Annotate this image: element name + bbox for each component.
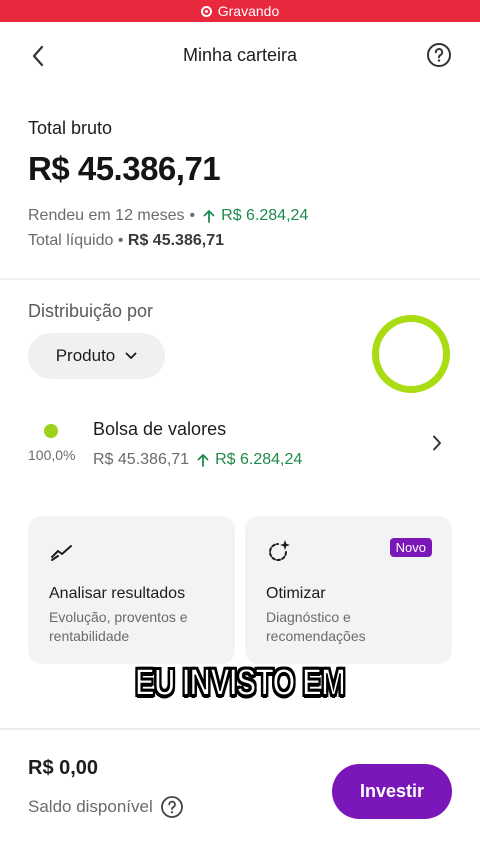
recording-bar: Gravando [0, 0, 480, 22]
otimizar-card[interactable]: Novo Otimizar Diagnóstico e recomendaçõe… [245, 516, 452, 664]
net-line: Total líquido • R$ 45.386,71 [28, 232, 224, 250]
new-badge: Novo [389, 538, 432, 557]
video-caption: EU INVISTO EM [134, 661, 346, 705]
yield-line: Rendeu em 12 meses • R$ 6.284,24 [28, 207, 308, 225]
asset-yield: R$ 6.284,24 [215, 451, 303, 468]
asset-values: R$ 45.386,71 R$ 6.284,24 [93, 451, 302, 469]
total-label: Total bruto [28, 118, 113, 138]
page-title: Minha carteira [182, 44, 298, 65]
net-label: Total líquido [28, 232, 114, 249]
card-title: Otimizar [266, 585, 326, 602]
back-button[interactable] [22, 40, 54, 72]
card-description: Evolução, proventos e rentabilidade [49, 609, 188, 644]
chevron-right-icon [433, 435, 441, 451]
help-button[interactable] [426, 42, 452, 68]
record-icon [200, 5, 212, 17]
asset-value: R$ 45.386,71 [93, 451, 190, 468]
card-title: Analisar resultados [49, 585, 186, 602]
analisar-resultados-card[interactable]: Analisar resultados Evolução, proventos … [28, 516, 235, 664]
balance-label: Saldo disponível [28, 797, 153, 816]
balance-value: R$ 0,00 [28, 757, 99, 779]
sparkle-circle-icon [269, 540, 290, 561]
footer-divider [0, 728, 480, 730]
card-description: Diagnóstico e recomendações [266, 609, 366, 644]
trend-chart-icon [51, 545, 72, 561]
chevron-down-icon [125, 352, 137, 359]
chevron-left-icon [32, 45, 44, 67]
yield-label: Rendeu em 12 meses [28, 207, 185, 224]
asset-color-dot [44, 424, 58, 438]
distribution-selector[interactable]: Produto [28, 333, 165, 379]
asset-row-bolsa[interactable]: 100,0% Bolsa de valores R$ 45.386,71 R$ … [0, 410, 480, 480]
distribution-selector-label: Produto [55, 346, 116, 365]
asset-name: Bolsa de valores [93, 419, 227, 439]
separator: • [189, 207, 196, 224]
recording-label: Gravando [217, 3, 280, 19]
balance-label-row: Saldo disponível [28, 795, 184, 819]
net-value: R$ 45.386,71 [127, 232, 224, 249]
arrow-up-icon [197, 454, 209, 467]
distribution-donut-chart [372, 315, 450, 393]
question-circle-icon[interactable] [160, 795, 184, 819]
question-circle-icon [427, 43, 451, 67]
invest-button[interactable]: Investir [332, 764, 452, 819]
separator: • [117, 232, 124, 249]
total-value: R$ 45.386,71 [28, 150, 221, 187]
yield-value: R$ 6.284,24 [221, 207, 309, 224]
top-header: Minha carteira [0, 22, 480, 88]
distribution-label: Distribuição por [28, 301, 154, 321]
section-divider [0, 278, 480, 280]
arrow-up-icon [203, 210, 215, 223]
asset-percent: 100,0% [28, 447, 76, 463]
